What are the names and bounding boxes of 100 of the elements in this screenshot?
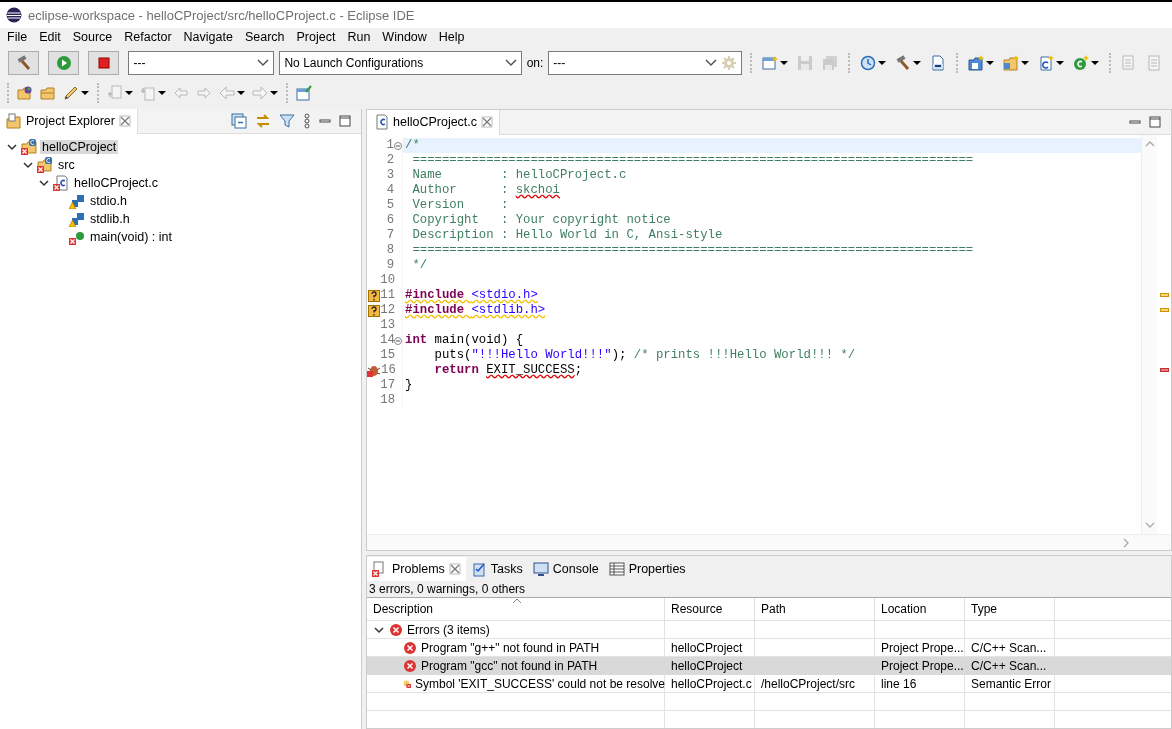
menu-item[interactable]: Help: [433, 30, 470, 44]
line-number: 16: [381, 363, 395, 378]
maximize-icon[interactable]: [1149, 116, 1161, 128]
chevron-down-icon: [705, 57, 717, 69]
panel-tab[interactable]: Properties: [603, 556, 691, 581]
chevron-down-icon[interactable]: [38, 177, 50, 189]
tree-item[interactable]: main(void) : int: [88, 230, 174, 244]
menu-item[interactable]: File: [2, 30, 33, 44]
editor-tab[interactable]: helloCProject.c: [367, 109, 501, 135]
new-class-icon[interactable]: [1073, 55, 1089, 71]
chevron-down-icon[interactable]: [373, 624, 385, 636]
problem-row[interactable]: Symbol 'EXIT_SUCCESS' could not be resolve helloCProject.c /helloCProject/src line 16 Semantic Error: [367, 675, 1171, 693]
view-tab[interactable]: Project Explorer: [0, 108, 138, 134]
pen-icon[interactable]: [63, 85, 79, 101]
table-cell: Project Prope...: [881, 641, 964, 655]
tree-item[interactable]: helloCProject.c: [72, 176, 161, 190]
table-cell: helloCProject: [671, 659, 743, 673]
hammer-icon[interactable]: [895, 55, 911, 71]
new-file-icon[interactable]: [1038, 55, 1054, 71]
view-menu-icon[interactable]: [303, 113, 311, 129]
filter-icon[interactable]: [279, 113, 295, 129]
code-line: Version :: [411, 198, 509, 212]
line-number: 1: [385, 138, 394, 153]
menu-item[interactable]: Source: [67, 30, 118, 44]
chevron-down-icon[interactable]: [6, 141, 18, 153]
dropdown-arrow-icon[interactable]: [986, 61, 994, 65]
group-label[interactable]: Errors (3 items): [407, 623, 490, 637]
maximize-icon[interactable]: [339, 115, 351, 127]
tree-item[interactable]: stdio.h: [88, 194, 129, 208]
sort-indicator-icon: [512, 598, 522, 604]
clock-icon[interactable]: [860, 55, 876, 71]
build-config-dropdown[interactable]: ---: [128, 51, 275, 75]
launch-config-dropdown[interactable]: No Launch Configurations: [279, 51, 522, 75]
problem-row[interactable]: Program "g++" not found in PATH helloCProject Project Prope... C/C++ Scan...: [367, 639, 1171, 657]
fold-icon[interactable]: [394, 336, 402, 345]
line-number: 15: [380, 348, 395, 363]
column-header[interactable]: Location: [875, 598, 965, 620]
tree-item[interactable]: helloCProject: [40, 140, 119, 154]
dropdown-arrow-icon[interactable]: [1056, 61, 1064, 65]
column-header[interactable]: Description: [367, 598, 665, 620]
code-line: }: [405, 378, 413, 392]
panel-tab[interactable]: Problems: [367, 556, 466, 581]
run-icon: [55, 55, 72, 71]
menu-item[interactable]: Window: [377, 30, 432, 44]
dropdown-arrow-icon[interactable]: [878, 61, 886, 65]
new-project-icon[interactable]: [968, 55, 984, 71]
vertical-scrollbar[interactable]: [1141, 135, 1157, 534]
problem-row[interactable]: Program "gcc" not found in PATH helloCProject Project Prope... C/C++ Scan...: [367, 657, 1171, 675]
folder-icon[interactable]: [40, 85, 56, 101]
dropdown-arrow-icon[interactable]: [780, 61, 788, 65]
menu-item[interactable]: Navigate: [178, 30, 238, 44]
dropdown-arrow-icon[interactable]: [1021, 61, 1029, 65]
chevron-up-icon[interactable]: [1144, 139, 1155, 149]
menu-item[interactable]: Refactor: [119, 30, 177, 44]
menu-item[interactable]: Edit: [34, 30, 66, 44]
overview-marker[interactable]: [1160, 308, 1169, 312]
overview-marker[interactable]: [1160, 368, 1169, 372]
close-icon[interactable]: [448, 562, 461, 575]
panel-tab[interactable]: Tasks: [465, 556, 528, 581]
close-icon[interactable]: [118, 115, 131, 127]
chevron-right-icon[interactable]: [1121, 537, 1131, 548]
line-number: 10: [380, 273, 395, 288]
column-header[interactable]: Type: [965, 598, 1055, 620]
collapse-all-icon[interactable]: [231, 113, 247, 129]
launch-target-dropdown[interactable]: ---: [548, 51, 742, 75]
panel-tab[interactable]: Console: [527, 556, 604, 581]
line-number: 14: [380, 333, 394, 348]
horizontal-scrollbar[interactable]: [367, 534, 1171, 550]
line-number: 3: [385, 168, 395, 183]
binary-file-icon[interactable]: [930, 55, 946, 71]
link-editor-icon[interactable]: [255, 113, 271, 129]
menu-item[interactable]: Search: [239, 30, 290, 44]
menu-item[interactable]: Project: [291, 30, 341, 44]
column-header[interactable]: Path: [755, 598, 875, 620]
dropdown-arrow-icon[interactable]: [1091, 61, 1099, 65]
table-cell: C/C++ Scan...: [971, 659, 1047, 673]
close-icon[interactable]: [481, 116, 494, 128]
problem-summary: 3 errors, 0 warnings, 0 others: [368, 581, 527, 597]
table-cell: C/C++ Scan...: [971, 641, 1047, 655]
tree-item[interactable]: stdlib.h: [88, 212, 132, 226]
line-number: 4: [385, 183, 395, 198]
line-number: 6: [385, 213, 395, 228]
target-label: on:: [526, 56, 544, 70]
overview-marker[interactable]: [1160, 293, 1169, 297]
stop-button[interactable]: [88, 51, 120, 75]
properties-icon: [608, 560, 625, 577]
menu-item[interactable]: Run: [342, 30, 376, 44]
pin-window-icon[interactable]: [296, 85, 312, 101]
column-header[interactable]: Resource: [665, 598, 755, 620]
dropdown-arrow-icon[interactable]: [81, 91, 89, 95]
dropdown-arrow-icon[interactable]: [913, 61, 921, 65]
build-button[interactable]: [8, 51, 40, 75]
code-line: int main(void) {: [405, 333, 524, 347]
run-button[interactable]: [48, 51, 80, 75]
open-project-icon[interactable]: [17, 85, 33, 101]
tree-item[interactable]: src: [56, 158, 77, 172]
table-cell: Semantic Error: [971, 677, 1052, 691]
fold-icon[interactable]: [394, 141, 402, 150]
chevron-down-icon[interactable]: [22, 159, 34, 171]
line-number: 7: [385, 228, 395, 243]
